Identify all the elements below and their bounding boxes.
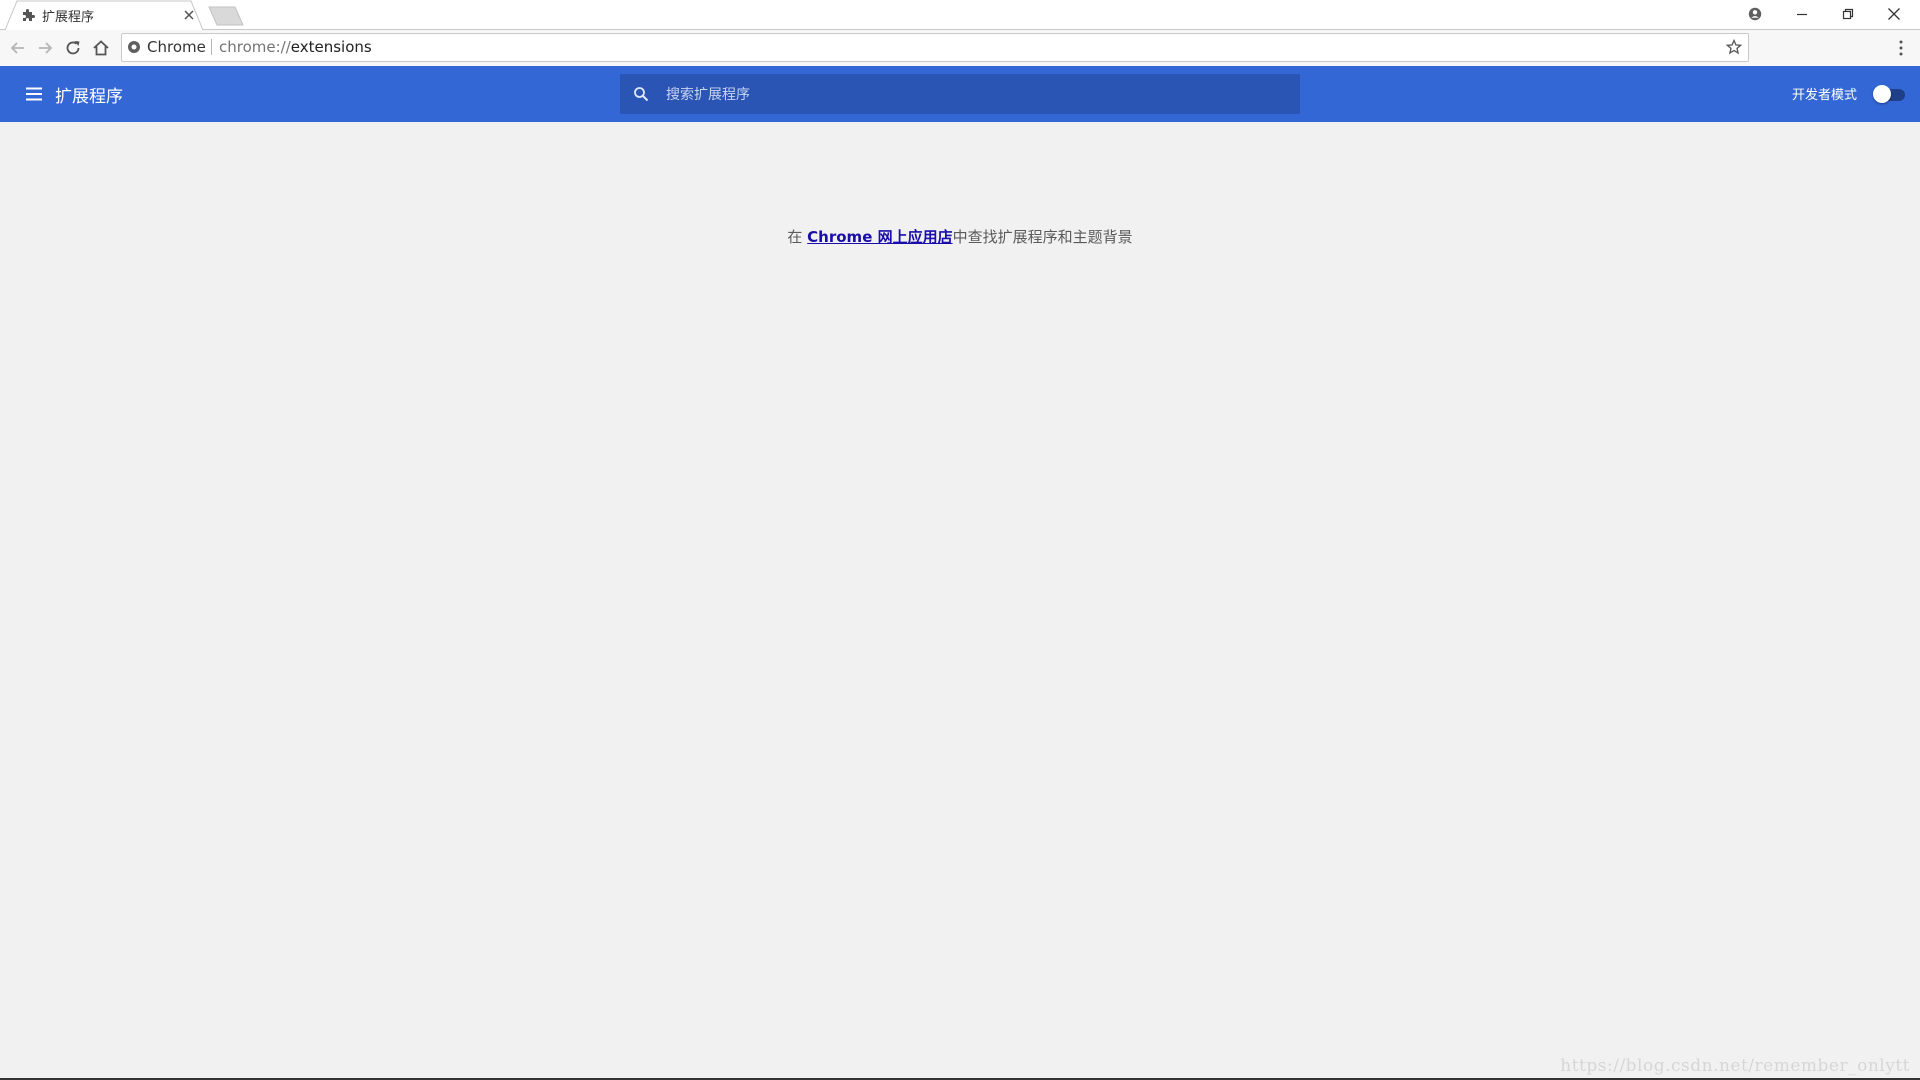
- puzzle-icon: [23, 9, 35, 21]
- empty-state-message: 在 Chrome 网上应用店中查找扩展程序和主题背景: [0, 226, 1920, 247]
- close-icon[interactable]: [182, 8, 196, 22]
- omnibox-separator: [211, 39, 212, 55]
- message-prefix: 在: [787, 228, 808, 246]
- search-box[interactable]: [620, 74, 1300, 116]
- dev-mode-toggle[interactable]: [1873, 84, 1907, 104]
- search-input[interactable]: [664, 74, 1288, 116]
- search-icon: [634, 87, 649, 102]
- dev-mode-label: 开发者模式: [1792, 88, 1858, 103]
- minimize-icon: [1797, 13, 1807, 16]
- restore-icon: [1842, 8, 1854, 20]
- chrome-secure-icon: [128, 41, 140, 53]
- more-vert-icon[interactable]: [1894, 38, 1908, 58]
- url-text[interactable]: chrome://extensions: [219, 38, 372, 56]
- tab-title: 扩展程序: [42, 10, 95, 25]
- window-close-button[interactable]: [1871, 0, 1917, 28]
- new-tab-button[interactable]: [207, 6, 245, 26]
- minimize-button[interactable]: [1779, 0, 1825, 28]
- reload-icon[interactable]: [62, 37, 84, 59]
- account-button[interactable]: [1732, 0, 1778, 28]
- watermark: https://blog.csdn.net/remember_onlytt: [1560, 1056, 1910, 1076]
- close-icon: [1888, 8, 1900, 20]
- home-icon[interactable]: [90, 37, 112, 59]
- forward-arrow-icon[interactable]: [34, 37, 56, 59]
- omnibox-chip: Chrome: [147, 38, 206, 56]
- tab-extensions[interactable]: 扩展程序: [5, 0, 205, 30]
- back-arrow-icon[interactable]: [7, 37, 29, 59]
- toggle-knob: [1873, 85, 1891, 103]
- hamburger-menu-icon[interactable]: [24, 84, 44, 104]
- tab-strip: 扩展程序: [0, 0, 1920, 30]
- browser-toolbar: Chrome chrome://extensions: [0, 30, 1920, 67]
- webstore-link[interactable]: Chrome 网上应用店: [807, 228, 952, 246]
- restore-button[interactable]: [1825, 0, 1871, 28]
- extensions-header: 扩展程序 开发者模式: [0, 66, 1920, 122]
- url-scheme: chrome://: [219, 38, 291, 56]
- url-path: extensions: [290, 38, 372, 56]
- page-title: 扩展程序: [55, 87, 123, 107]
- star-icon[interactable]: [1726, 39, 1742, 55]
- address-bar[interactable]: Chrome chrome://extensions: [121, 33, 1749, 62]
- message-suffix: 中查找扩展程序和主题背景: [952, 228, 1133, 246]
- account-icon: [1748, 7, 1762, 21]
